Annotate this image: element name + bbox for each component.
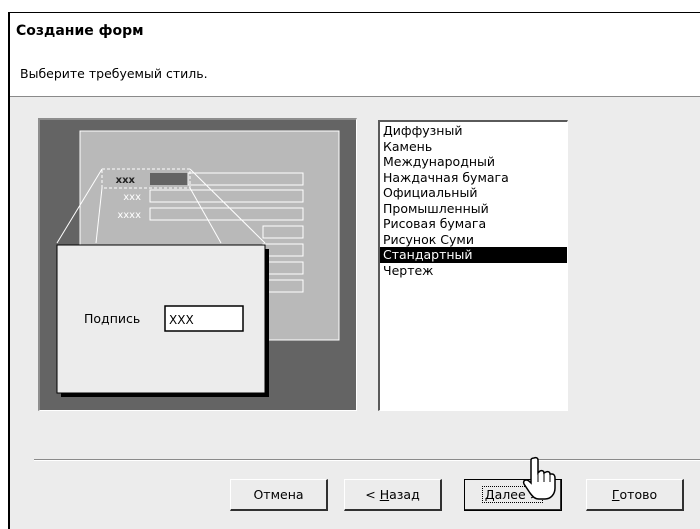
finish-button-label: отово: [619, 486, 658, 502]
back-button[interactable]: < Назад: [344, 479, 442, 511]
style-list-item[interactable]: Стандартный: [380, 247, 567, 263]
dialog-title: Создание форм: [16, 23, 144, 39]
style-list-item[interactable]: Наждачная бумага: [380, 170, 567, 186]
instruction-text: Выберите требуемый стиль.: [20, 66, 208, 81]
back-button-hotkey: Н: [379, 486, 390, 502]
style-list-item[interactable]: Камень: [380, 139, 567, 155]
next-button-focus: Далее >: [481, 485, 544, 503]
style-preview-illustration: xxx xxx xxxx Подпись XXX: [56, 130, 340, 397]
style-list-item[interactable]: Рисовая бумага: [380, 216, 567, 232]
cancel-button-label: Отмена: [253, 486, 304, 502]
cancel-button[interactable]: Отмена: [230, 479, 328, 511]
style-preview: xxx xxx xxxx Подпись XXX: [38, 118, 357, 411]
next-button-label: алее >: [494, 486, 541, 502]
style-list-item[interactable]: Официальный: [380, 185, 567, 201]
back-button-label: азад: [389, 486, 420, 502]
style-list-item[interactable]: Промышленный: [380, 201, 567, 217]
zoom-caption-field-text: XXX: [169, 313, 194, 327]
finish-button[interactable]: Готово: [586, 479, 684, 511]
style-list-item[interactable]: Рисунок Суми: [380, 232, 567, 248]
preview-field-label-3: xxxx: [117, 210, 141, 221]
preview-field-label-2: xxx: [123, 192, 141, 203]
back-button-prefix: <: [365, 486, 380, 502]
preview-field-box-1: [150, 173, 188, 185]
form-wizard-dialog: Создание форм Выберите требуемый стиль. …: [8, 12, 700, 529]
zoom-caption-label: Подпись: [84, 311, 140, 326]
preview-field-label-1: xxx: [116, 175, 136, 186]
button-separator: [34, 459, 700, 461]
style-list-item[interactable]: Диффузный: [380, 123, 567, 139]
style-list-item[interactable]: Международный: [380, 154, 567, 170]
next-button-hotkey: Д: [484, 486, 495, 502]
next-button[interactable]: Далее >: [464, 479, 562, 511]
style-listbox[interactable]: Диффузный Камень Международный Наждачная бу…: [378, 120, 568, 411]
wizard-header: Создание форм Выберите требуемый стиль.: [10, 13, 700, 97]
finish-button-hotkey: Г: [611, 486, 620, 502]
style-list-item[interactable]: Чертеж: [380, 263, 567, 279]
